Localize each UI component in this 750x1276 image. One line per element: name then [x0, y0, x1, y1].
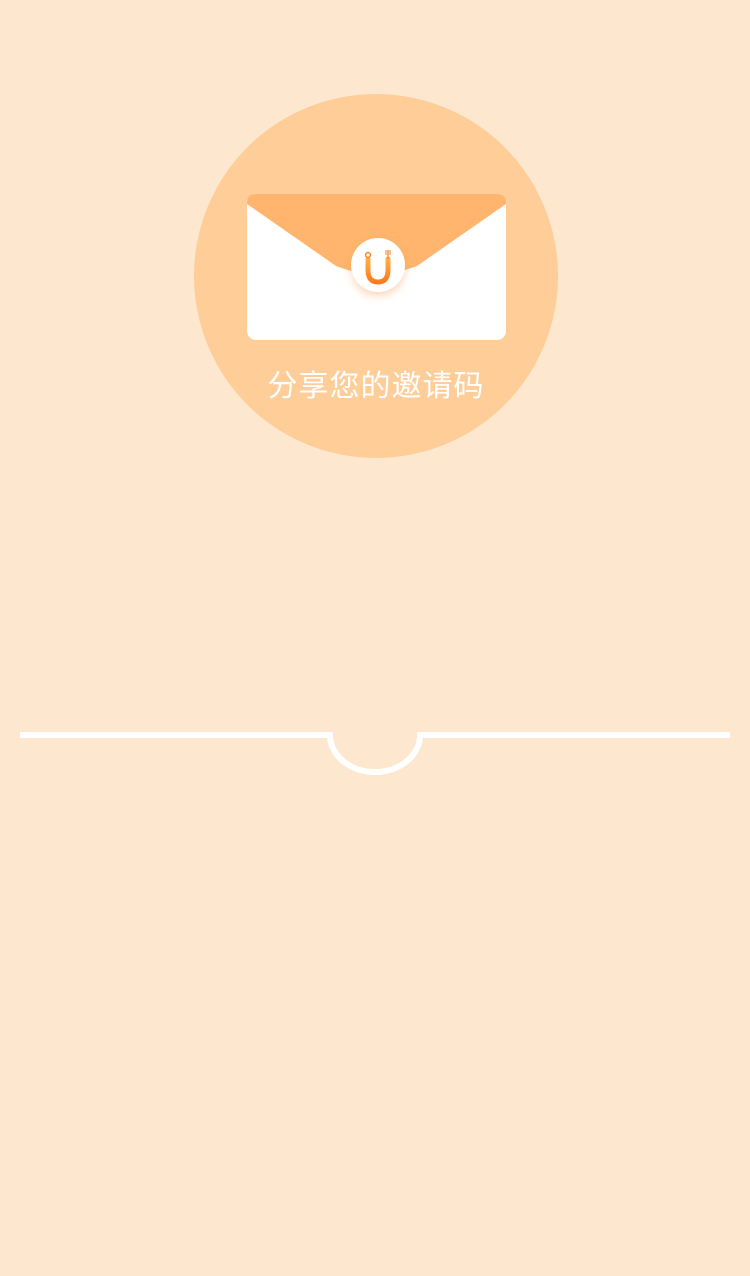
- invite-title: 分享您的邀请码: [267, 369, 485, 404]
- section-divider: [0, 700, 750, 790]
- brand-logo-icon: [351, 238, 405, 292]
